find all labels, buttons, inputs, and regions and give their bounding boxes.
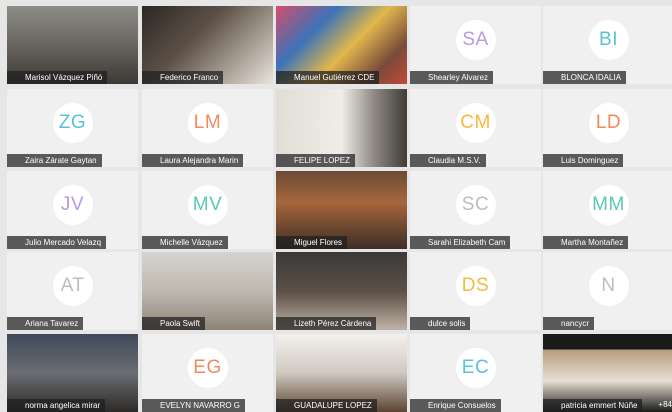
participant-name: Enrique Consuelos (410, 399, 501, 412)
avatar-initials: LD (588, 103, 629, 143)
participant-name: Julio Mercado Velazq (7, 236, 107, 249)
participant-tile[interactable]: FELIPE LOPEZ (276, 89, 407, 167)
participant-name: Sarahi Elizabeth Cam (410, 236, 511, 249)
avatar-initials: MM (588, 185, 629, 225)
participant-tile[interactable]: Miguel Flores (276, 171, 407, 249)
participant-name: Miguel Flores (276, 236, 348, 249)
participant-tile[interactable]: SA Shearley Alvarez (410, 6, 541, 84)
participant-name: Claudia M.S.V. (410, 154, 486, 167)
participant-name: Marisol Vázquez Piñó (7, 71, 108, 84)
participant-tile[interactable]: Nnancycr (543, 252, 672, 330)
participant-name: nancycr (543, 317, 595, 330)
avatar-initials: SA (455, 20, 496, 60)
participant-name: patricia emmert Núñe (543, 399, 643, 412)
participant-tile[interactable]: EC Enrique Consuelos (410, 334, 541, 412)
participant-tile[interactable]: JV Julio Mercado Velazq (7, 171, 138, 249)
avatar-initials: LM (187, 103, 228, 143)
participant-name: Paola Swift (142, 317, 206, 330)
avatar-initials: N (588, 266, 629, 306)
participant-tile[interactable]: ZG Zaira Zárate Gaytan (7, 89, 138, 167)
participant-name: EVELYN NAVARRO G (142, 399, 246, 412)
avatar-initials: CM (455, 103, 496, 143)
participant-name: BLONCA IDALIA (543, 71, 627, 84)
participant-tile[interactable]: SC Sarahi Elizabeth Cam (410, 171, 541, 249)
avatar-initials: SC (455, 185, 496, 225)
participant-name: Lizeth Pérez Cárdena (276, 317, 377, 330)
more-participants-count[interactable]: +84 (658, 399, 672, 411)
participant-tile[interactable]: MM Martha Montañez (543, 171, 672, 249)
participant-name: Manuel Gutiérrez CDE (276, 71, 380, 84)
avatar-initials: DS (455, 266, 496, 306)
participant-gallery: Marisol Vázquez Piñó Federico Franco Manue… (0, 0, 672, 412)
participant-name: GUADALUPE LOPEZ (276, 399, 377, 412)
participant-tile[interactable]: MV Michelle Vázquez (142, 171, 273, 249)
participant-tile[interactable]: Federico Franco (142, 6, 273, 84)
participant-tile[interactable]: CM Claudia M.S.V. (410, 89, 541, 167)
participant-tile[interactable]: EG EVELYN NAVARRO G (142, 334, 273, 412)
participant-name: Shearley Alvarez (410, 71, 494, 84)
avatar-initials: BI (588, 20, 629, 60)
participant-tile[interactable]: norma angelica mirar (7, 334, 138, 412)
participant-tile[interactable]: LD Luis Dominguez (543, 89, 672, 167)
participant-tile[interactable]: GUADALUPE LOPEZ (276, 334, 407, 412)
participant-name: Zaira Zárate Gaytan (7, 154, 102, 167)
avatar-initials: EC (455, 348, 496, 388)
participant-name: norma angelica mirar (7, 399, 106, 412)
participant-tile[interactable]: patricia emmert Núñe +84 (543, 334, 672, 412)
participant-tile[interactable]: DS dulce solis (410, 252, 541, 330)
participant-tile[interactable]: Paola Swift (142, 252, 273, 330)
avatar-initials: AT (52, 266, 93, 306)
avatar-initials: JV (52, 185, 93, 225)
participant-name: Martha Montañez (543, 236, 629, 249)
participant-tile[interactable]: LM Laura Alejandra Marin (142, 89, 273, 167)
participant-name: Michelle Vázquez (142, 236, 228, 249)
participant-name: Luis Dominguez (543, 154, 624, 167)
participant-name: Ariana Tavarez (7, 317, 84, 330)
participant-tile[interactable]: Manuel Gutiérrez CDE (276, 6, 407, 84)
participant-name: dulce solis (410, 317, 471, 330)
participant-name: FELIPE LOPEZ (276, 154, 356, 167)
avatar-initials: EG (187, 348, 228, 388)
participant-name: Laura Alejandra Marin (142, 154, 244, 167)
participant-tile[interactable]: BI BLONCA IDALIA (543, 6, 672, 84)
participant-name: Federico Franco (142, 71, 224, 84)
avatar-initials: MV (187, 185, 228, 225)
participant-tile[interactable]: Lizeth Pérez Cárdena (276, 252, 407, 330)
participant-tile[interactable]: AT Ariana Tavarez (7, 252, 138, 330)
avatar-initials: ZG (52, 103, 93, 143)
participant-tile[interactable]: Marisol Vázquez Piñó (7, 6, 138, 84)
